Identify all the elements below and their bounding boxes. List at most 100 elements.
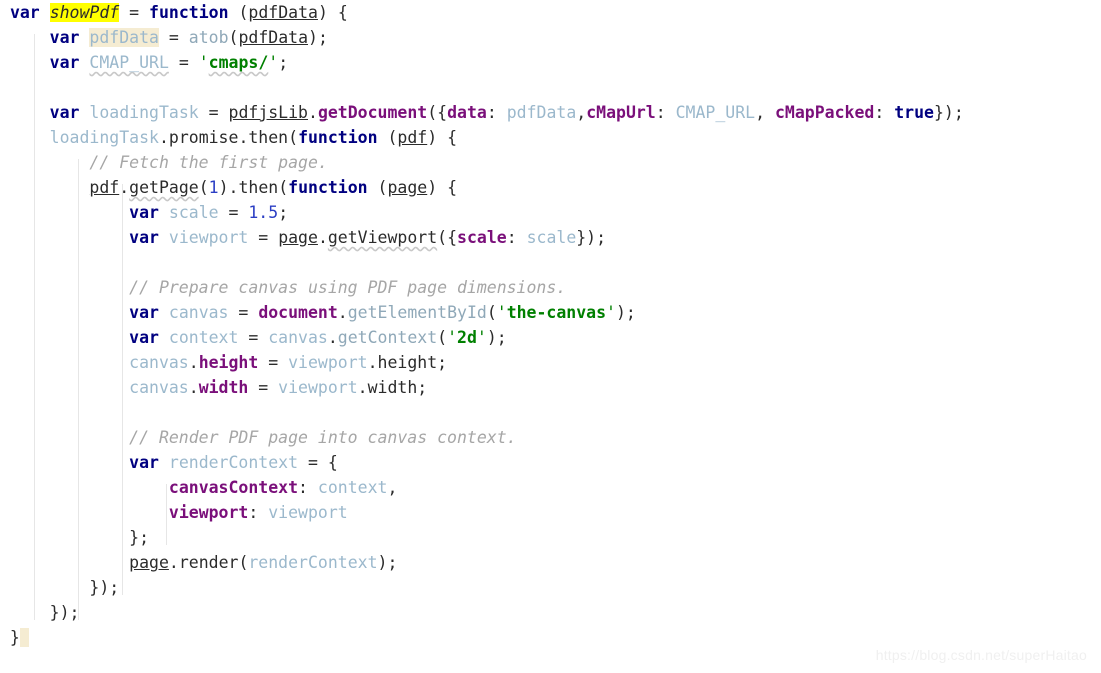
code-line-2[interactable]: var pdfData = atob(pdfData);: [0, 25, 1101, 50]
token-comment-fetch: // Fetch the first page.: [89, 153, 328, 172]
token-variable-canvas: canvas: [168, 303, 229, 322]
token-prop-width: width: [367, 378, 418, 397]
code-line-22[interactable]: };: [0, 525, 1101, 550]
text-cursor: [19, 628, 29, 647]
token-variable-scale: scale: [168, 203, 219, 222]
token-key-cMapUrl: cMapUrl: [586, 103, 656, 122]
token-function-name-showPdf: showPdf: [49, 3, 120, 22]
code-line-15[interactable]: canvas.height = viewport.height;: [0, 350, 1101, 375]
token-variable-loadingTask: loadingTask: [89, 103, 199, 122]
token-variable-pdfData: pdfData: [89, 28, 159, 47]
code-line-19[interactable]: var renderContext = {: [0, 450, 1101, 475]
token-keyword-var: var: [49, 28, 80, 47]
token-param-pdf: pdf: [89, 178, 120, 197]
token-value-renderContext: renderContext: [248, 553, 378, 572]
token-method-getElementById: getElementById: [347, 303, 487, 322]
token-string-cmaps: cmaps/: [208, 53, 269, 72]
token-param-pdfData: pdfData: [248, 3, 318, 22]
code-line-1[interactable]: var showPdf = function (pdfData) {: [0, 0, 1101, 25]
token-global-document: document: [258, 303, 338, 322]
code-line-10[interactable]: var viewport = page.getViewport({scale: …: [0, 225, 1101, 250]
token-keyword-var: var: [129, 228, 159, 247]
token-variable-canvas: canvas: [268, 328, 328, 347]
token-prop-promise: promise: [168, 128, 239, 147]
code-line-5[interactable]: var loadingTask = pdfjsLib.getDocument({…: [0, 100, 1101, 125]
code-line-17-blank[interactable]: [0, 400, 1101, 425]
token-string-2d: 2d: [457, 328, 477, 347]
token-method-then: then: [238, 178, 279, 197]
token-number-1: 1: [208, 178, 219, 197]
token-variable-canvas: canvas: [129, 353, 189, 372]
token-keyword-var: var: [129, 328, 159, 347]
token-method-render: render: [178, 553, 239, 572]
token-keyword-var: var: [129, 303, 159, 322]
code-line-25[interactable]: });: [0, 600, 1101, 625]
code-line-13[interactable]: var canvas = document.getElementById('th…: [0, 300, 1101, 325]
token-key-scale: scale: [457, 228, 507, 247]
token-prop-width: width: [198, 378, 249, 397]
token-method-getDocument: getDocument: [317, 103, 428, 122]
token-keyword-var: var: [129, 203, 159, 222]
token-key-viewport: viewport: [168, 503, 249, 522]
token-key-cMapPacked: cMapPacked: [774, 103, 875, 122]
token-variable-renderContext: renderContext: [168, 453, 299, 472]
token-method-getPage: getPage: [129, 178, 199, 197]
token-unresolved-pdfjsLib: pdfjsLib: [228, 103, 308, 122]
code-line-7[interactable]: // Fetch the first page.: [0, 150, 1101, 175]
token-variable-viewport: viewport: [168, 228, 249, 247]
token-number-scale: 1.5: [248, 203, 279, 222]
token-keyword-var: var: [49, 103, 80, 122]
token-keyword-var: var: [49, 53, 80, 72]
token-key-canvasContext: canvasContext: [168, 478, 299, 497]
watermark-url: https://blog.csdn.net/superHaitao: [875, 647, 1087, 663]
token-prop-height: height: [198, 353, 259, 372]
token-keyword-function: function: [298, 128, 378, 147]
code-line-8[interactable]: pdf.getPage(1).then(function (page) {: [0, 175, 1101, 200]
token-keyword-var: var: [9, 3, 40, 22]
token-comment-prepare: // Prepare canvas using PDF page dimensi…: [129, 278, 567, 297]
code-line-11-blank[interactable]: [0, 250, 1101, 275]
token-prop-height: height: [377, 353, 438, 372]
token-variable-loadingTask: loadingTask: [49, 128, 159, 147]
token-variable-viewport: viewport: [288, 353, 368, 372]
code-line-14[interactable]: var context = canvas.getContext('2d');: [0, 325, 1101, 350]
token-value-context: context: [317, 478, 388, 497]
token-param-page: page: [129, 553, 169, 572]
token-variable-context: context: [168, 328, 239, 347]
code-line-3[interactable]: var CMAP_URL = 'cmaps/';: [0, 50, 1101, 75]
code-line-9[interactable]: var scale = 1.5;: [0, 200, 1101, 225]
code-line-6[interactable]: loadingTask.promise.then(function (pdf) …: [0, 125, 1101, 150]
code-line-12[interactable]: // Prepare canvas using PDF page dimensi…: [0, 275, 1101, 300]
token-method-getViewport: getViewport: [327, 228, 438, 247]
token-value-CMAP-URL: CMAP_URL: [675, 103, 756, 122]
token-method-then: then: [248, 128, 289, 147]
token-string-the-canvas: the-canvas: [506, 303, 607, 322]
token-call-atob: atob: [188, 28, 229, 47]
token-value-scale: scale: [526, 228, 577, 247]
token-method-getContext: getContext: [337, 328, 438, 347]
token-param-page: page: [387, 178, 428, 197]
token-value-pdfData: pdfData: [506, 103, 577, 122]
token-variable-canvas: canvas: [129, 378, 189, 397]
token-keyword-var: var: [129, 453, 159, 472]
code-line-24[interactable]: });: [0, 575, 1101, 600]
code-line-4-blank[interactable]: [0, 75, 1101, 100]
token-comment-render: // Render PDF page into canvas context.: [129, 428, 517, 447]
code-line-16[interactable]: canvas.width = viewport.width;: [0, 375, 1101, 400]
token-keyword-true: true: [894, 103, 934, 122]
token-param-page: page: [278, 228, 318, 247]
token-variable-CMAP-URL: CMAP_URL: [89, 53, 169, 72]
token-param-pdf: pdf: [397, 128, 428, 147]
token-key-data: data: [447, 103, 487, 122]
code-line-20[interactable]: canvasContext: context,: [0, 475, 1101, 500]
token-keyword-function: function: [288, 178, 368, 197]
code-editor-surface[interactable]: var showPdf = function (pdfData) { var p…: [0, 0, 1101, 673]
token-variable-viewport: viewport: [278, 378, 358, 397]
code-line-18[interactable]: // Render PDF page into canvas context.: [0, 425, 1101, 450]
code-line-23[interactable]: page.render(renderContext);: [0, 550, 1101, 575]
token-keyword-function: function: [149, 3, 229, 22]
code-block[interactable]: var showPdf = function (pdfData) { var p…: [0, 0, 1101, 650]
code-line-21[interactable]: viewport: viewport: [0, 500, 1101, 525]
token-value-viewport: viewport: [268, 503, 348, 522]
token-param-pdfData: pdfData: [238, 28, 309, 47]
